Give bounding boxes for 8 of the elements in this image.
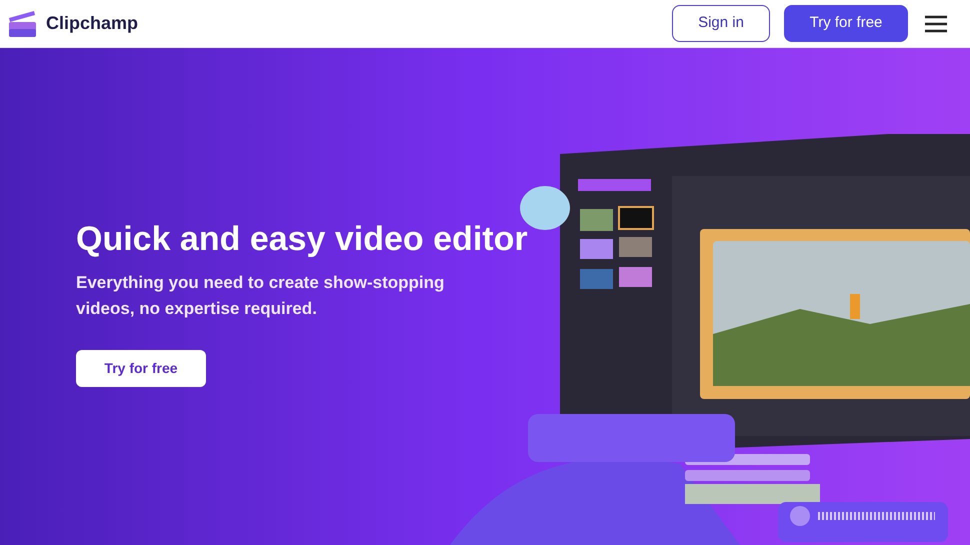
hero-subtitle: Everything you need to create show-stopping videos, no expertise required. [76, 272, 446, 320]
hero-title: Quick and easy video editor [76, 219, 529, 260]
clapperboard-logo-icon[interactable] [8, 10, 37, 38]
sign-in-button[interactable]: Sign in [672, 5, 770, 42]
brand-name[interactable]: Clipchamp [46, 10, 138, 37]
try-for-free-button[interactable]: Try for free [784, 5, 908, 42]
menu-icon[interactable] [924, 14, 948, 32]
try-for-free-button[interactable]: Try for free [76, 350, 206, 387]
